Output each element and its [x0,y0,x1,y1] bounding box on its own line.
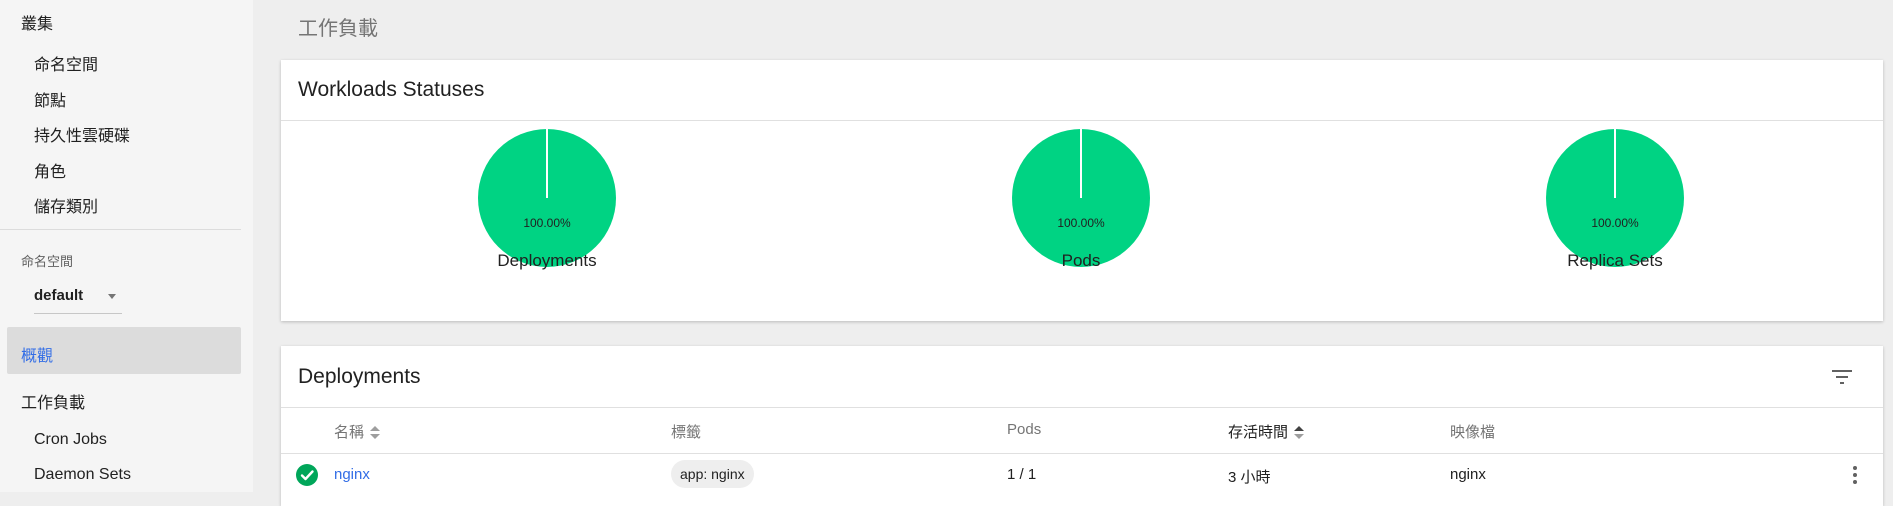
column-header-labels: 標籤 [671,424,702,441]
replica-sets-pie [1546,129,1684,267]
card-divider [281,120,1883,121]
sidebar-item-roles[interactable]: 角色 [34,158,66,182]
sidebar-item-nodes[interactable]: 節點 [34,87,66,111]
label-chip: app: nginx [671,460,754,488]
card-divider [281,407,1883,408]
workloads-statuses-title: Workloads Statuses [298,78,485,101]
column-header-age[interactable]: 存活時間 [1228,421,1305,442]
namespace-select[interactable]: default [34,283,122,314]
replica-sets-pie-percent: 100.00% [1591,216,1639,230]
sidebar-item-overview-label: 概觀 [21,348,54,365]
more-vert-icon[interactable] [1853,466,1857,484]
sort-ascending-icon [1294,425,1305,441]
table-row: nginx app: nginx 1 / 1 3 小時 nginx [281,454,1883,494]
replica-sets-pie-label: Replica Sets [1567,251,1663,270]
namespace-select-value: default [34,287,84,304]
deployment-name-link[interactable]: nginx [334,466,370,483]
deployments-card: Deployments 名稱 標籤 Pods 存活時間 映像檔 nginx ap… [281,346,1883,506]
deployments-pie-label: Deployments [497,251,597,270]
pods-pie-percent: 100.00% [1057,216,1105,230]
sidebar-heading-workloads[interactable]: 工作負載 [21,389,85,413]
column-header-name[interactable]: 名稱 [334,421,381,442]
sidebar-heading-cluster[interactable]: 叢集 [21,10,53,34]
column-header-age-label: 存活時間 [1228,424,1289,441]
sidebar-item-cron-jobs[interactable]: Cron Jobs [34,431,107,449]
sidebar-item-persistent-volumes[interactable]: 持久性雲硬碟 [34,122,130,146]
column-header-pods: Pods [1007,421,1042,438]
sidebar-item-daemon-sets[interactable]: Daemon Sets [34,466,131,484]
pods-pie-label: Pods [1061,251,1101,270]
column-header-images: 映像檔 [1450,424,1496,441]
sidebar-divider [0,229,241,230]
image-value: nginx [1450,466,1486,483]
deployments-title: Deployments [298,365,421,388]
sort-icon [370,425,381,441]
sidebar-item-storage-classes[interactable]: 儲存類別 [34,193,98,217]
deployments-pie [478,129,616,267]
column-header-name-label: 名稱 [334,424,365,441]
age-value: 3 小時 [1228,469,1271,486]
sidebar-item-namespaces[interactable]: 命名空間 [34,51,98,75]
check-circle-icon [296,464,318,486]
pods-pie [1012,129,1150,267]
pods-status-chart: 100.00% Pods [981,128,1181,288]
namespace-label: 命名空間 [21,254,74,269]
filter-icon[interactable] [1832,368,1854,386]
workloads-statuses-card: Workloads Statuses 100.00% Deployments 1… [281,60,1883,321]
deployments-status-chart: 100.00% Deployments [447,128,647,288]
page-title: 工作負載 [298,18,378,40]
sidebar-item-overview[interactable]: 概觀 [7,327,241,374]
deployments-pie-percent: 100.00% [523,216,571,230]
sidebar: 叢集 命名空間 節點 持久性雲硬碟 角色 儲存類別 命名空間 default 概… [0,0,253,492]
pods-count: 1 / 1 [1007,466,1037,483]
dropdown-caret-icon [108,294,116,299]
replica-sets-status-chart: 100.00% Replica Sets [1515,128,1715,288]
